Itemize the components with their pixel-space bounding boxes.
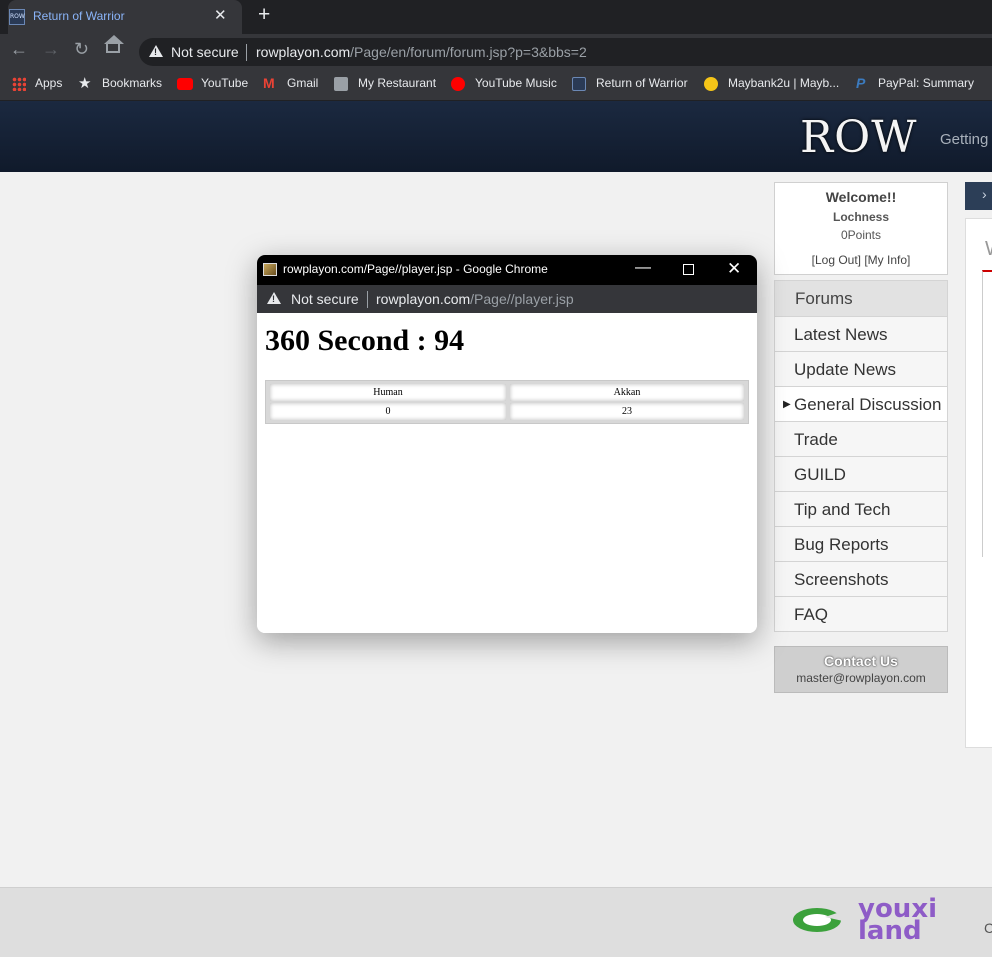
home-icon[interactable] [106,43,120,53]
bookmark-return-of-warrior[interactable]: Return of Warrior [596,76,688,90]
bookmark-my-restaurant[interactable]: My Restaurant [358,76,436,90]
popup-url-path: /Page//player.jsp [470,291,574,307]
bookmark-bookmarks[interactable]: Bookmarks [102,76,162,90]
minimize-icon[interactable]: — [635,259,651,277]
bookmark-paypal[interactable]: PayPal: Summary [878,76,974,90]
popup-url-text[interactable]: rowplayon.com/Page//player.jsp [376,291,574,307]
popup-favicon-icon [263,263,277,276]
bookmark-apps[interactable]: Apps [35,76,62,90]
menu-faq[interactable]: FAQ [774,597,948,632]
popup-not-secure-label[interactable]: Not secure [291,291,359,307]
menu-latest-news[interactable]: Latest News [774,317,948,352]
reload-icon[interactable]: ↻ [74,39,89,60]
table-cell-human-score: 0 [270,403,506,420]
menu-label: Tip and Tech [794,500,891,519]
popup-window-title: rowplayon.com/Page//player.jsp - Google … [283,262,548,276]
contact-email[interactable]: master@rowplayon.com [774,671,948,685]
new-tab-button[interactable]: + [258,3,270,27]
forum-menu: Forums Latest News Update News ▶ General … [774,280,948,632]
apps-grid-icon [12,77,26,91]
maybank-icon [704,77,718,91]
menu-update-news[interactable]: Update News [774,352,948,387]
menu-screenshots[interactable]: Screenshots [774,562,948,597]
menu-label: Trade [794,430,838,449]
close-tab-icon[interactable]: ✕ [214,6,227,24]
menu-label: Screenshots [794,570,889,589]
url-text[interactable]: rowplayon.com/Page/en/forum/forum.jsp?p=… [256,44,587,60]
not-secure-label[interactable]: Not secure [171,44,239,60]
popup-window: rowplayon.com/Page//player.jsp - Google … [257,255,757,633]
home-roof-icon [104,35,124,44]
paypal-icon: P [856,75,866,91]
warning-mark-icon: ! [272,294,275,304]
store-icon [334,77,348,91]
url-host: rowplayon.com [256,44,351,60]
youtube-music-icon [451,77,465,91]
menu-bug-reports[interactable]: Bug Reports [774,527,948,562]
menu-label: General Discussion [794,395,942,414]
row-favicon-icon: ROW [9,9,25,25]
bookmark-maybank[interactable]: Maybank2u | Mayb... [728,76,839,90]
panel-tab[interactable] [965,182,992,210]
table-header-akkan: Akkan [510,384,744,401]
bookmark-youtube[interactable]: YouTube [201,76,248,90]
table-header-human: Human [270,384,506,401]
forums-header: Forums [774,280,948,317]
footer-text: C [984,920,992,936]
username: Lochness [832,210,889,224]
forward-arrow-icon[interactable]: → [42,39,60,60]
menu-label: Bug Reports [794,535,889,554]
triangle-right-icon: ▶ [783,399,791,410]
menu-label: GUILD [794,465,846,484]
menu-label: Latest News [794,325,888,344]
menu-tip-and-tech[interactable]: Tip and Tech [774,492,948,527]
popup-content [257,313,757,633]
row-icon [572,77,586,91]
timer-heading: 360 Second : 94 [265,324,465,357]
bookmark-youtube-music[interactable]: YouTube Music [475,76,557,90]
content-table [982,270,992,557]
points-balance: 0Points [840,228,882,242]
address-divider [246,44,247,61]
chevron-right-icon: › [982,186,987,202]
maximize-icon[interactable] [683,264,694,275]
youxiland-logo: youxi land [858,894,938,946]
popup-address-divider [367,291,368,308]
partner-logo-icon [793,908,843,932]
gmail-icon: M [263,75,275,91]
menu-trade[interactable]: Trade [774,422,948,457]
bookmark-gmail[interactable]: Gmail [287,76,318,90]
popup-url-host: rowplayon.com [376,291,471,307]
account-links[interactable]: [Log Out] [My Info] [774,253,948,267]
warning-mark-icon: ! [154,47,157,57]
back-arrow-icon[interactable]: ← [10,39,28,60]
star-icon: ★ [78,75,92,92]
score-table: Human Akkan 0 23 [265,380,749,424]
menu-guild[interactable]: GUILD [774,457,948,492]
close-icon[interactable]: ✕ [727,259,741,279]
menu-general-discussion[interactable]: ▶ General Discussion [774,387,948,422]
contact-us-title: Contact Us [824,653,898,669]
content-heading: W [985,238,992,261]
row-logo[interactable]: ROW [800,112,917,163]
table-cell-akkan-score: 23 [510,403,744,420]
url-path: /Page/en/forum/forum.jsp?p=3&bbs=2 [350,44,587,60]
browser-tab-title[interactable]: Return of Warrior [33,9,125,23]
nav-getting-started[interactable]: Getting [940,131,988,148]
site-footer [0,887,992,957]
menu-label: FAQ [794,605,829,624]
menu-label: Update News [794,360,897,379]
welcome-text: Welcome!! [825,189,897,205]
youtube-icon [177,78,193,90]
